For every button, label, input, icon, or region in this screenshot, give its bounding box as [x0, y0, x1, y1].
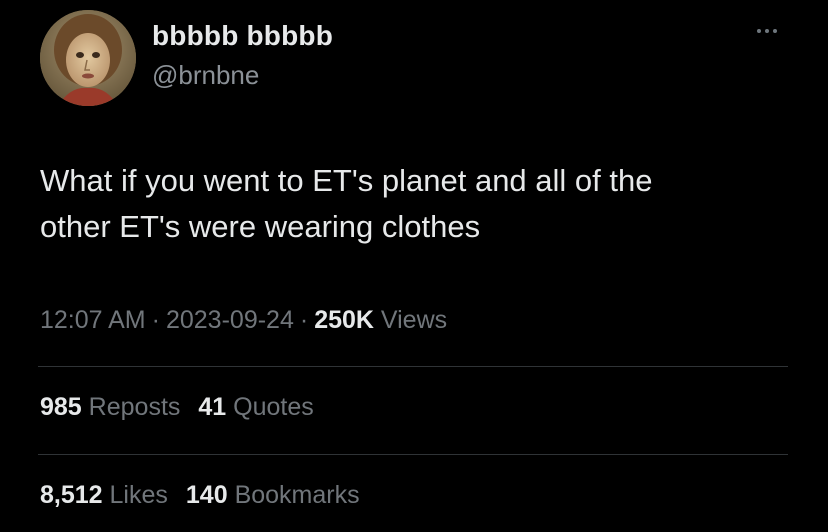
views-label: Views — [380, 306, 448, 334]
quotes-count: 41 — [198, 393, 227, 421]
meta-separator: · — [299, 306, 309, 334]
bookmarks-stat[interactable]: 140 Bookmarks — [186, 481, 360, 509]
display-name[interactable]: bbbbb bbbbb — [152, 20, 333, 52]
reposts-label: Reposts — [88, 393, 181, 421]
tweet-time[interactable]: 12:07 AM — [40, 306, 146, 334]
more-dot — [765, 29, 769, 33]
likes-label: Likes — [109, 481, 168, 509]
more-dot — [757, 29, 761, 33]
tweet-card: bbbbb bbbbb @brnbne What if you went to … — [0, 0, 828, 532]
reposts-stat[interactable]: 985 Reposts — [40, 393, 180, 421]
more-dot — [773, 29, 777, 33]
painted-portrait-avatar-icon — [40, 10, 136, 106]
reposts-count: 985 — [40, 393, 82, 421]
engagement-row-likes-bookmarks: 8,512 Likes 140 Bookmarks — [40, 481, 360, 510]
divider — [38, 366, 788, 367]
avatar[interactable] — [40, 10, 136, 106]
divider — [38, 454, 788, 455]
tweet-date[interactable]: 2023-09-24 — [166, 306, 294, 334]
meta-separator: · — [151, 306, 160, 334]
tweet-text: What if you went to ET's planet and all … — [40, 163, 653, 244]
bookmarks-label: Bookmarks — [234, 481, 360, 509]
engagement-row-reposts-quotes: 985 Reposts 41 Quotes — [40, 393, 314, 422]
tweet-meta: 12:07 AM · 2023-09-24 · 250K Views — [40, 306, 447, 335]
likes-count: 8,512 — [40, 481, 103, 509]
views-count: 250K — [314, 306, 374, 334]
more-options-icon[interactable] — [750, 18, 784, 44]
user-handle[interactable]: @brnbne — [152, 60, 259, 91]
likes-stat[interactable]: 8,512 Likes — [40, 481, 168, 509]
bookmarks-count: 140 — [185, 481, 228, 509]
quotes-stat[interactable]: 41 Quotes — [198, 393, 313, 421]
quotes-label: Quotes — [233, 393, 314, 421]
